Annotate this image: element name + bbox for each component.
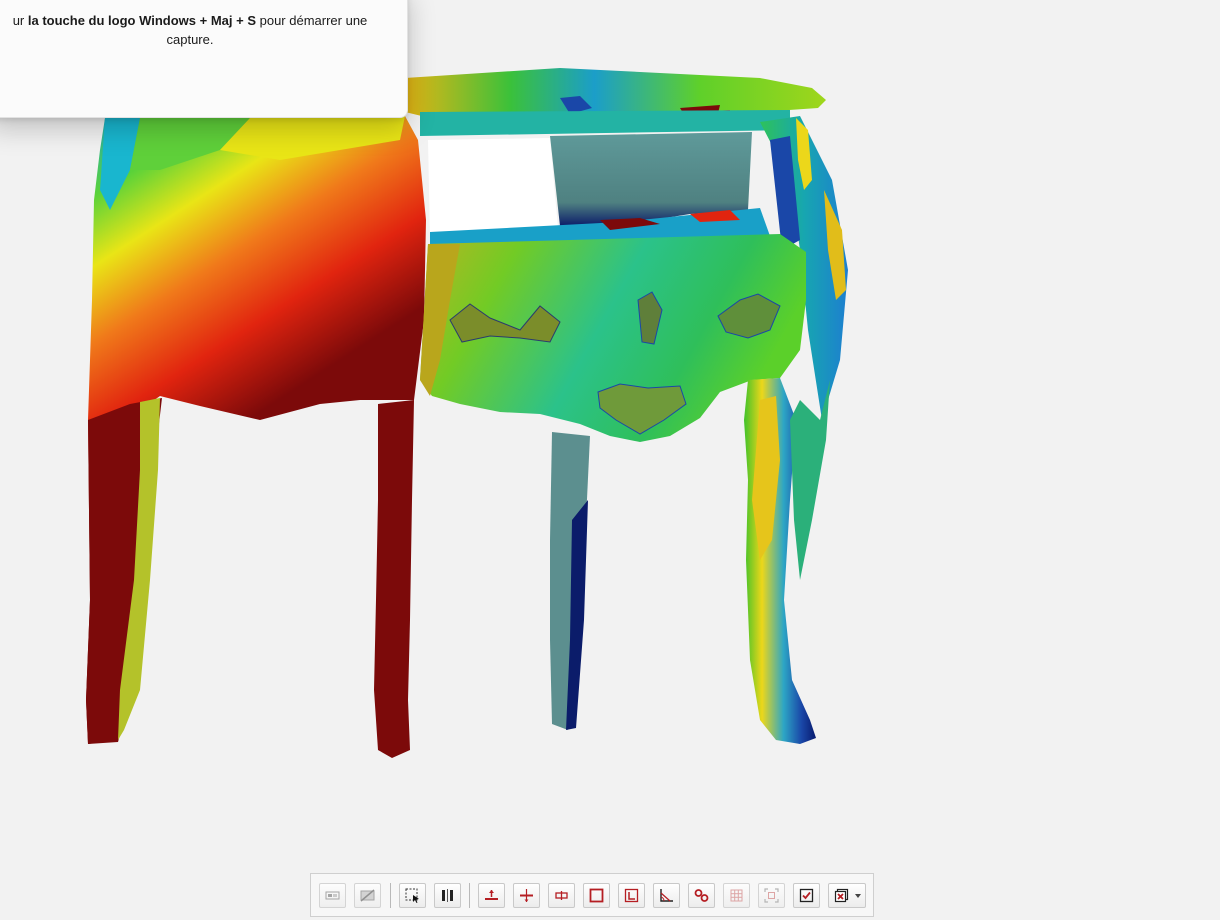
toolbar-separator <box>390 883 391 908</box>
grid-button[interactable] <box>723 883 750 908</box>
notification-message-prefix: ur <box>12 13 28 28</box>
check-box-icon <box>799 888 814 903</box>
3d-viewport[interactable] <box>0 0 1220 915</box>
chevron-down-icon <box>855 894 861 898</box>
toolbar-separator <box>469 883 470 908</box>
grid-icon <box>730 889 743 902</box>
split-view-icon <box>442 889 453 902</box>
section-button[interactable] <box>548 883 575 908</box>
rectangle-button[interactable] <box>583 883 610 908</box>
delete-dropdown-icon <box>834 888 849 903</box>
hide-button[interactable] <box>354 883 381 908</box>
panel-toggle-button[interactable] <box>319 883 346 908</box>
select-region-button[interactable] <box>399 883 426 908</box>
rectangle-icon <box>589 888 604 903</box>
section-icon <box>555 891 568 900</box>
bottom-toolbar <box>310 873 874 917</box>
check-button[interactable] <box>793 883 820 908</box>
bounding-box-button[interactable] <box>758 883 785 908</box>
bounding-box-icon <box>764 888 779 903</box>
plane-align-button[interactable] <box>478 883 505 908</box>
select-region-icon <box>405 888 419 903</box>
snip-notification: ur la touche du logo Windows + Maj + S p… <box>0 0 408 118</box>
hide-slash-icon <box>360 889 375 902</box>
delete-dropdown-button[interactable] <box>828 883 866 908</box>
notification-shortcut: la touche du logo Windows + Maj + S <box>27 13 256 28</box>
cut-plane-icon <box>520 889 533 902</box>
cut-plane-button[interactable] <box>513 883 540 908</box>
notification-message: ur la touche du logo Windows + Maj + S p… <box>0 11 391 49</box>
angle-measure-icon <box>660 889 673 902</box>
panel-toggle-icon <box>325 891 340 900</box>
link-points-icon <box>694 889 709 902</box>
angle-measure-button[interactable] <box>653 883 680 908</box>
frame-measure-icon <box>624 888 639 903</box>
split-view-button[interactable] <box>434 883 461 908</box>
plane-align-icon <box>485 890 498 900</box>
frame-measure-button[interactable] <box>618 883 645 908</box>
link-points-button[interactable] <box>688 883 715 908</box>
scan-model[interactable] <box>0 0 1220 915</box>
